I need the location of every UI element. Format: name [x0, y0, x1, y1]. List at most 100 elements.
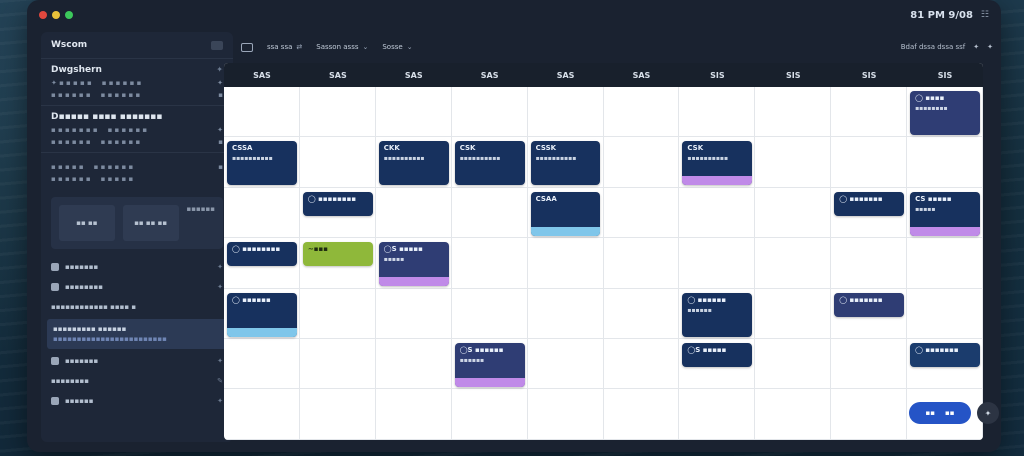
day-cell[interactable]: [375, 338, 452, 390]
day-cell[interactable]: [907, 288, 983, 339]
calendar-list-item[interactable]: ▪▪▪▪▪▪▪ ✦: [41, 257, 233, 277]
day-cell[interactable]: [375, 87, 452, 138]
calendar-list-item[interactable]: ▪▪▪▪▪▪▪▪ ✦: [41, 277, 233, 297]
day-cell[interactable]: [755, 187, 832, 239]
sidebar-section-1[interactable]: Dwgshern ✦ ✦ ▪ ▪ ▪ ▪ ▪ ▪ ▪ ▪ ▪ ▪ ▪ ✦ ▪ ▪ ▪ …: [41, 58, 233, 105]
calendar-select[interactable]: Sasson asss ⌄: [316, 43, 368, 51]
calendar-event[interactable]: ◯ ▪▪▪▪▪▪▪: [910, 343, 980, 367]
maximize-button[interactable]: [65, 11, 73, 19]
calendar-event[interactable]: CSK ▪▪▪▪▪▪▪▪▪▪: [682, 141, 753, 186]
day-cell[interactable]: [451, 238, 528, 289]
calendar-event[interactable]: CKK ▪▪▪▪▪▪▪▪▪▪: [378, 141, 449, 186]
day-cell[interactable]: [224, 187, 300, 239]
add-event-button[interactable]: ✦: [977, 402, 999, 424]
day-cell[interactable]: [299, 87, 376, 138]
settings-icon[interactable]: ✦: [973, 43, 979, 51]
day-cell[interactable]: [755, 338, 832, 390]
day-cell[interactable]: [679, 87, 756, 138]
day-cell[interactable]: [224, 338, 300, 390]
day-cell[interactable]: [299, 338, 376, 390]
day-cell[interactable]: [299, 137, 376, 188]
calendar-event[interactable]: ◯ ▪▪▪▪▪▪▪▪: [227, 242, 297, 267]
more-icon[interactable]: ✦: [987, 43, 993, 51]
day-cell[interactable]: [375, 288, 452, 339]
range-select[interactable]: Sosse ⌄: [382, 43, 412, 51]
event-subtitle: ▪▪▪▪▪: [915, 205, 936, 213]
day-cell[interactable]: [603, 187, 680, 239]
calendar-list-item[interactable]: ▪▪▪▪▪▪▪▪ ✎: [41, 371, 233, 391]
calendar-list-item[interactable]: ▪▪▪▪▪▪▪ ✦: [41, 351, 233, 371]
day-cell[interactable]: [451, 187, 528, 239]
zoom-in-button[interactable]: ▪▪: [945, 409, 955, 417]
weekday-label: SAS: [632, 70, 651, 80]
calendar-event[interactable]: CSK ▪▪▪▪▪▪▪▪▪▪: [454, 141, 525, 186]
calendar-event[interactable]: CSSK ▪▪▪▪▪▪▪▪▪▪: [530, 141, 601, 186]
calendar-event[interactable]: CS ▪▪▪▪▪ ▪▪▪▪▪: [910, 191, 980, 236]
day-cell[interactable]: [224, 389, 300, 440]
day-cell[interactable]: [527, 288, 604, 339]
zoom-controls[interactable]: ▪▪ ▪▪: [909, 402, 971, 424]
calendar-event[interactable]: ◯ ▪▪▪▪▪▪: [227, 292, 297, 337]
mini-tile[interactable]: ▪▪ ▪▪ ▪▪: [122, 205, 179, 241]
day-cell[interactable]: [603, 288, 680, 339]
day-cell[interactable]: [527, 389, 604, 440]
day-cell[interactable]: [907, 238, 983, 289]
calendar-event[interactable]: ◯ ▪▪▪▪▪▪▪▪: [302, 191, 373, 216]
day-cell[interactable]: [299, 288, 376, 339]
day-cell[interactable]: [907, 137, 983, 188]
day-cell[interactable]: [527, 238, 604, 289]
calendar-event[interactable]: CSAA: [530, 191, 601, 236]
calendar-event[interactable]: ◯ ▪▪▪▪▪▪▪: [834, 191, 905, 216]
day-cell[interactable]: [755, 238, 832, 289]
day-cell[interactable]: [755, 87, 832, 138]
calendar-event[interactable]: CSSA ▪▪▪▪▪▪▪▪▪▪: [227, 141, 297, 186]
day-cell[interactable]: [527, 87, 604, 138]
view-toggle[interactable]: ssa ssa ⇄: [267, 43, 302, 51]
day-cell[interactable]: [603, 389, 680, 440]
calendar-event[interactable]: ◯S ▪▪▪▪▪: [682, 343, 753, 367]
calendar-event[interactable]: ~▪▪▪: [302, 242, 373, 267]
day-cell[interactable]: [831, 87, 908, 138]
day-cell[interactable]: [375, 187, 452, 239]
day-cell[interactable]: [603, 338, 680, 390]
day-cell[interactable]: [679, 187, 756, 239]
day-cell[interactable]: [831, 238, 908, 289]
calendar-event[interactable]: ◯ ▪▪▪▪▪▪▪▪▪▪▪▪: [910, 91, 980, 135]
zoom-out-button[interactable]: ▪▪: [926, 409, 936, 417]
day-cell[interactable]: [299, 389, 376, 440]
day-cell[interactable]: [755, 137, 832, 188]
collapse-icon[interactable]: ✦: [216, 65, 223, 75]
day-cell[interactable]: [375, 389, 452, 440]
day-cell[interactable]: [679, 389, 756, 440]
calendar-event[interactable]: ◯S ▪▪▪▪▪ ▪▪▪▪▪: [378, 242, 449, 287]
sidebar-toggle-icon[interactable]: [211, 40, 223, 50]
mini-tile[interactable]: ▪▪ ▪▪: [59, 205, 115, 241]
calendar-event[interactable]: ◯ ▪▪▪▪▪▪▪▪▪▪▪▪: [682, 292, 753, 337]
day-cell[interactable]: [603, 238, 680, 289]
day-cell[interactable]: [603, 87, 680, 138]
day-cell[interactable]: [831, 338, 908, 390]
day-cell[interactable]: [755, 288, 832, 339]
view-icon[interactable]: [241, 42, 253, 52]
weekday-label: SIS: [710, 70, 725, 80]
day-cell[interactable]: [451, 288, 528, 339]
day-cell[interactable]: [224, 87, 300, 138]
selected-calendar-item[interactable]: ▪▪▪▪▪▪▪▪▪ ▪▪▪▪▪▪ ▪▪▪▪▪▪▪▪▪▪▪▪▪▪▪▪▪▪▪▪▪▪▪…: [47, 319, 227, 349]
day-cell[interactable]: [679, 238, 756, 289]
day-cell[interactable]: [451, 389, 528, 440]
minimize-button[interactable]: [52, 11, 60, 19]
day-cell[interactable]: [831, 137, 908, 188]
day-cell[interactable]: [755, 389, 832, 440]
day-cell[interactable]: [451, 87, 528, 138]
calendar-list-item[interactable]: ▪▪▪▪▪▪▪▪▪▪▪▪ ▪▪▪▪ ▪: [41, 297, 233, 317]
day-cell[interactable]: [831, 389, 908, 440]
sidebar-section-3[interactable]: ▪ ▪ ▪ ▪ ▪ ▪ ▪ ▪ ▪ ▪ ▪ ▪ ▪ ▪ ▪ ▪ ▪ ▪ ▪ ▪ ▪ ▪…: [41, 152, 233, 189]
calendar-event[interactable]: ◯ ▪▪▪▪▪▪▪: [834, 292, 905, 317]
sidebar-section-2[interactable]: D▪▪▪▪▪ ▪▪▪▪ ▪▪▪▪▪▪▪ ▪ ▪ ▪ ▪ ▪ ▪ ▪ ▪ ▪ ▪ ▪…: [41, 105, 233, 152]
close-button[interactable]: [39, 11, 47, 19]
calendar-list-item[interactable]: ▪▪▪▪▪▪ ✦: [41, 391, 233, 411]
mini-calendar-block[interactable]: ▪▪ ▪▪ ▪▪ ▪▪ ▪▪ ▪▪▪▪▪▪: [51, 197, 223, 249]
calendar-event[interactable]: ◯S ▪▪▪▪▪▪ ▪▪▪▪▪▪: [454, 343, 525, 387]
day-cell[interactable]: [603, 137, 680, 188]
day-cell[interactable]: [527, 338, 604, 390]
